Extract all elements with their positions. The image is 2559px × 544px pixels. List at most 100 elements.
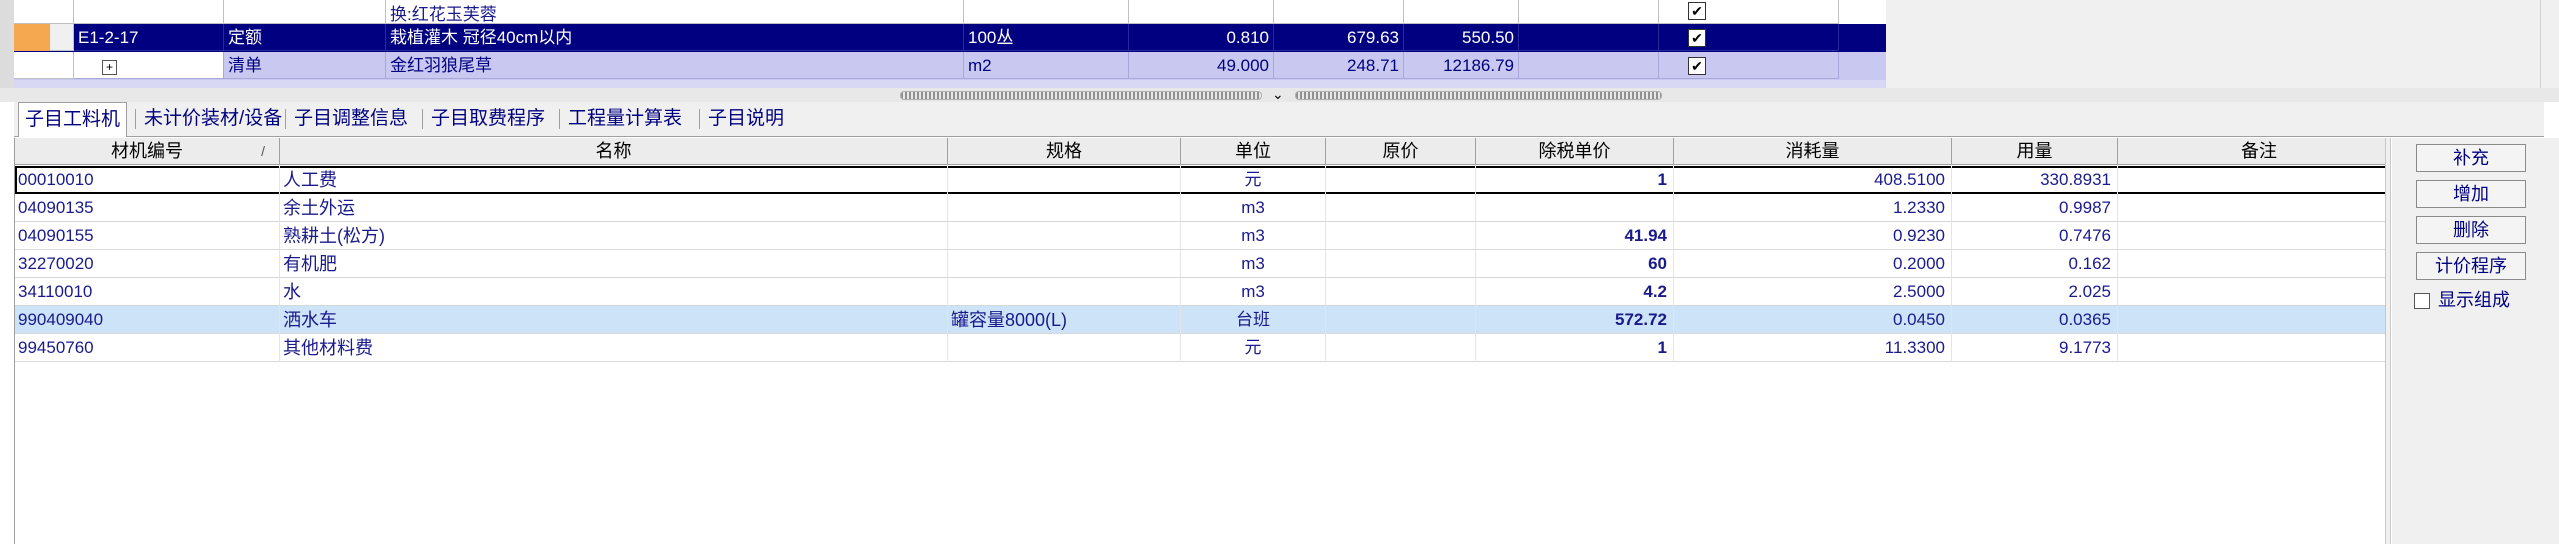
cell-usage[interactable]: 0.0365 (1952, 306, 2118, 334)
quota-row-partial[interactable]: 换:红花玉芙蓉 ✔ (14, 0, 1886, 24)
cell-usage[interactable]: 330.8931 (1952, 166, 2118, 194)
cell-spec[interactable] (948, 166, 1181, 194)
cell-spec[interactable] (948, 334, 1181, 362)
cell-spec[interactable] (948, 222, 1181, 250)
col-usage[interactable]: 用量 (1952, 138, 2118, 164)
cell-name[interactable]: 洒水车 (280, 306, 948, 334)
cell-code[interactable]: 04090155 (15, 222, 280, 250)
cell-orig-price[interactable] (1326, 334, 1476, 362)
cell-consumption[interactable]: 2.5000 (1674, 278, 1952, 306)
cell-tax-price[interactable]: 41.94 (1476, 222, 1674, 250)
cell-code[interactable]: 00010010 (15, 166, 280, 194)
col-name[interactable]: 名称 (280, 138, 948, 164)
splitter-grip-left[interactable] (900, 91, 1262, 100)
pane-splitter[interactable]: ⌄ (0, 86, 2559, 103)
cell-name[interactable]: 水 (280, 278, 948, 306)
cell-orig-price[interactable] (1326, 194, 1476, 222)
cell-orig-price[interactable] (1326, 306, 1476, 334)
cell-code[interactable]: 32270020 (15, 250, 280, 278)
cell-unit[interactable]: m3 (1181, 250, 1326, 278)
cell-remark[interactable] (2118, 306, 2401, 334)
col-unit[interactable]: 单位 (1181, 138, 1326, 164)
cell-remark[interactable] (2118, 166, 2401, 194)
cell-usage[interactable]: 9.1773 (1952, 334, 2118, 362)
cell-spec[interactable] (948, 250, 1181, 278)
panel-divider[interactable] (2385, 138, 2391, 544)
cell-name[interactable]: 熟耕土(松方) (280, 222, 948, 250)
cell-tax-price[interactable]: 1 (1476, 334, 1674, 362)
tab-unpriced-equipment[interactable]: 未计价装材/设备 (138, 102, 288, 136)
cell-remark[interactable] (2118, 250, 2401, 278)
cell-tax-price[interactable]: 1 (1476, 166, 1674, 194)
chevron-down-icon[interactable]: ⌄ (1272, 86, 1284, 103)
cell-usage[interactable]: 0.162 (1952, 250, 2118, 278)
tab-quantity-calc[interactable]: 工程量计算表 (562, 102, 688, 136)
supplement-button[interactable]: 补充 (2416, 144, 2526, 172)
show-composition-toggle[interactable]: 显示组成 (2414, 288, 2510, 312)
vertical-scrollbar[interactable] (2540, 0, 2559, 88)
cell-name[interactable]: 有机肥 (280, 250, 948, 278)
cell-orig-price[interactable] (1326, 222, 1476, 250)
cell-name[interactable]: 其他材料费 (280, 334, 948, 362)
cell-remark[interactable] (2118, 194, 2401, 222)
cell-spec[interactable] (948, 194, 1181, 222)
add-button[interactable]: 增加 (2416, 180, 2526, 208)
cell-unit[interactable]: m3 (1181, 194, 1326, 222)
quota-row-checkbox[interactable]: ✔ (1688, 29, 1706, 47)
cell-code[interactable]: 99450760 (15, 334, 280, 362)
cell-unit[interactable]: 元 (1181, 334, 1326, 362)
table-row[interactable]: 99450760 其他材料费 元 1 11.3300 9.1773 (15, 334, 2401, 362)
cell-consumption[interactable]: 0.9230 (1674, 222, 1952, 250)
cell-unit[interactable]: 台班 (1181, 306, 1326, 334)
table-row[interactable]: 990409040 洒水车 罐容量8000(L) 台班 572.72 0.0450 0.03… (15, 306, 2401, 334)
tab-adjust-info[interactable]: 子目调整信息 (288, 102, 414, 136)
quota-row-selected[interactable]: E1-2-17 定额 栽植灌木 冠径40cm以内 100丛 0.810 679.… (14, 24, 1886, 52)
cell-remark[interactable] (2118, 222, 2401, 250)
cell-consumption[interactable]: 408.5100 (1674, 166, 1952, 194)
cell-unit[interactable]: 元 (1181, 166, 1326, 194)
cell-unit[interactable]: m3 (1181, 278, 1326, 306)
cell-code[interactable]: 04090135 (15, 194, 280, 222)
bill-row[interactable]: 清单 金红羽狼尾草 m2 49.000 248.71 12186.79 ✔ (14, 52, 1886, 80)
tab-fee-procedure[interactable]: 子目取费程序 (425, 102, 551, 136)
cell-spec[interactable]: 罐容量8000(L) (948, 306, 1181, 334)
cell-remark[interactable] (2118, 334, 2401, 362)
col-tax-price[interactable]: 除税单价 (1476, 138, 1674, 164)
col-consumption[interactable]: 消耗量 (1674, 138, 1952, 164)
table-row[interactable]: 04090135 余土外运 m3 1.2330 0.9987 (15, 194, 2401, 222)
table-row[interactable]: 32270020 有机肥 m3 60 0.2000 0.162 (15, 250, 2401, 278)
expand-icon[interactable]: + (102, 60, 117, 75)
col-code[interactable]: 材机编号 / (15, 138, 280, 164)
cell-name[interactable]: 余土外运 (280, 194, 948, 222)
cell-consumption[interactable]: 1.2330 (1674, 194, 1952, 222)
cell-consumption[interactable]: 11.3300 (1674, 334, 1952, 362)
cell-tax-price[interactable]: 572.72 (1476, 306, 1674, 334)
cell-spec[interactable] (948, 278, 1181, 306)
delete-button[interactable]: 删除 (2416, 216, 2526, 244)
cell-consumption[interactable]: 0.0450 (1674, 306, 1952, 334)
cell-code[interactable]: 990409040 (15, 306, 280, 334)
cell-consumption[interactable]: 0.2000 (1674, 250, 1952, 278)
cell-tax-price[interactable] (1476, 194, 1674, 222)
cell-name[interactable]: 人工费 (280, 166, 948, 194)
cell-usage[interactable]: 0.7476 (1952, 222, 2118, 250)
col-spec[interactable]: 规格 (948, 138, 1181, 164)
pricing-procedure-button[interactable]: 计价程序 (2416, 252, 2526, 280)
cell-tax-price[interactable]: 4.2 (1476, 278, 1674, 306)
cell-code[interactable]: 34110010 (15, 278, 280, 306)
table-row[interactable]: 34110010 水 m3 4.2 2.5000 2.025 (15, 278, 2401, 306)
cell-usage[interactable]: 0.9987 (1952, 194, 2118, 222)
bill-row-checkbox[interactable]: ✔ (1688, 57, 1706, 75)
cell-unit[interactable]: m3 (1181, 222, 1326, 250)
cell-orig-price[interactable] (1326, 278, 1476, 306)
table-row[interactable]: 04090155 熟耕土(松方) m3 41.94 0.9230 0.7476 (15, 222, 2401, 250)
show-composition-checkbox[interactable] (2414, 293, 2430, 310)
cell-remark[interactable] (2118, 278, 2401, 306)
cell-tax-price[interactable]: 60 (1476, 250, 1674, 278)
cell-orig-price[interactable] (1326, 166, 1476, 194)
splitter-grip-right[interactable] (1295, 91, 1662, 100)
quota-row-checkbox[interactable]: ✔ (1688, 2, 1706, 20)
col-remark[interactable]: 备注 (2118, 138, 2401, 164)
table-row[interactable]: 00010010 人工费 元 1 408.5100 330.8931 (15, 166, 2401, 194)
tab-description[interactable]: 子目说明 (702, 102, 790, 136)
